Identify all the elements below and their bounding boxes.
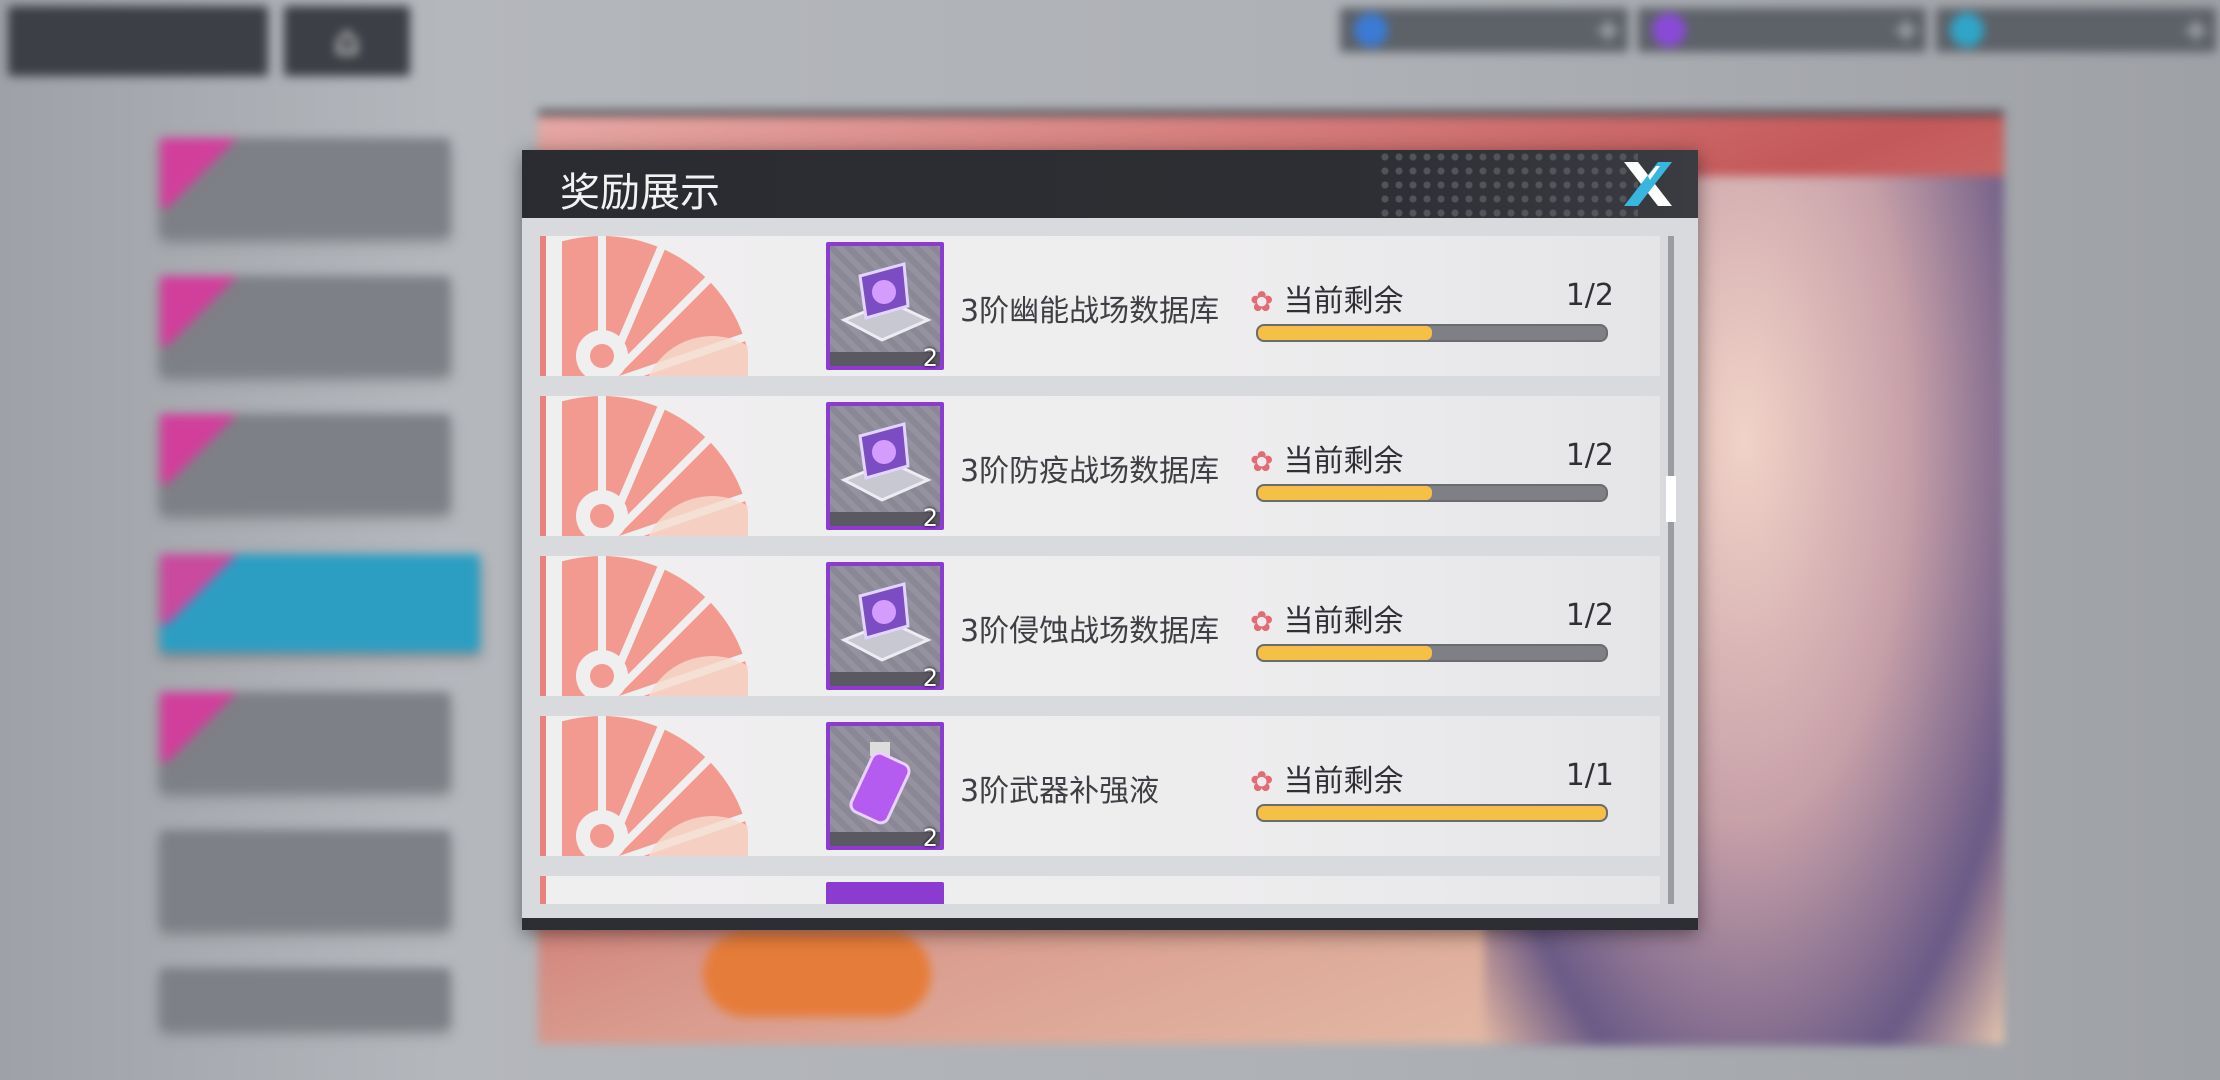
side-menu-item[interactable]: [160, 414, 450, 512]
list-item-partial: [540, 876, 1660, 904]
dialog-title: 奖励展示: [560, 170, 720, 216]
remaining-text: 当前剩余: [1283, 604, 1404, 639]
progress-fill: [1258, 806, 1606, 820]
side-menu-item[interactable]: [160, 830, 450, 928]
item-frame[interactable]: 2: [826, 562, 944, 692]
banner-action-button[interactable]: [703, 931, 931, 1017]
flower-icon: ✿: [1250, 445, 1274, 478]
data-chip-icon: [840, 262, 932, 342]
reward-row: 2 3阶幽能战场数据库 ✿ 当前剩余 1/2: [540, 236, 1660, 376]
row-accent: [540, 716, 546, 856]
top-bar: ⌂ + + +: [0, 0, 2220, 78]
remaining-count: 1/1: [1565, 758, 1614, 793]
close-icon: [1624, 162, 1672, 206]
resource-counter: +: [1638, 8, 1926, 52]
progress-bar: [1256, 644, 1608, 662]
remaining-label: ✿ 当前剩余: [1250, 436, 1403, 480]
remaining-label: ✿ 当前剩余: [1250, 756, 1403, 800]
progress-fill: [1258, 646, 1432, 660]
item-quantity: 2: [922, 664, 938, 692]
remaining-label: ✿ 当前剩余: [1250, 276, 1403, 320]
item-quantity: 2: [922, 824, 938, 852]
side-menu-item[interactable]: [160, 968, 450, 1028]
item-quantity: 2: [922, 344, 938, 372]
item-frame[interactable]: 2: [826, 402, 944, 532]
flower-icon: ✿: [1250, 285, 1274, 318]
resource-icon: [1652, 13, 1686, 47]
progress-fill: [1258, 486, 1432, 500]
progress-fill: [1258, 326, 1432, 340]
row-accent: [540, 556, 546, 696]
remaining-count: 1/2: [1565, 438, 1614, 473]
add-resource-button[interactable]: +: [2176, 10, 2216, 50]
data-chip-icon: [840, 582, 932, 662]
remaining-label: ✿ 当前剩余: [1250, 596, 1403, 640]
item-name: 3阶武器补强液: [960, 774, 1160, 809]
fan-decoration: [562, 396, 748, 536]
item-frame[interactable]: 2: [826, 722, 944, 852]
resource-counter: +: [1936, 8, 2216, 52]
remaining-text: 当前剩余: [1283, 284, 1404, 319]
flower-icon: ✿: [1250, 605, 1274, 638]
home-button[interactable]: ⌂: [284, 6, 410, 76]
row-accent: [540, 236, 546, 376]
row-accent: [540, 396, 546, 536]
spray-bottle-icon: [849, 742, 911, 825]
scrollbar[interactable]: [1666, 236, 1676, 904]
fan-decoration: [562, 556, 748, 696]
close-button[interactable]: [1620, 158, 1676, 210]
reward-row: 2 3阶防疫战场数据库 ✿ 当前剩余 1/2: [540, 396, 1660, 536]
item-frame[interactable]: 2: [826, 242, 944, 372]
progress-bar: [1256, 484, 1608, 502]
reward-row: 2 3阶侵蚀战场数据库 ✿ 当前剩余 1/2: [540, 556, 1660, 696]
resource-icon: [1354, 13, 1388, 47]
remaining-count: 1/2: [1565, 278, 1614, 313]
progress-bar: [1256, 804, 1608, 822]
dialog-header: 奖励展示: [522, 150, 1698, 218]
side-menu-item-active[interactable]: [160, 554, 480, 652]
reward-list[interactable]: 2 3阶幽能战场数据库 ✿ 当前剩余 1/2 2 3阶防疫战场数据库 ✿ 当前剩余 1/2 2 3阶侵…: [540, 236, 1678, 904]
header-dot-pattern: [1378, 150, 1638, 218]
item-name: 3阶防疫战场数据库: [960, 454, 1220, 489]
add-resource-button[interactable]: +: [1588, 10, 1628, 50]
fan-decoration: [562, 716, 748, 856]
flower-icon: ✿: [1250, 765, 1274, 798]
reward-row: 2 3阶武器补强液 ✿ 当前剩余 1/1: [540, 716, 1660, 856]
side-menu-item[interactable]: [160, 276, 450, 374]
item-name: 3阶幽能战场数据库: [960, 294, 1220, 329]
side-menu-item[interactable]: [160, 138, 450, 236]
item-name: 3阶侵蚀战场数据库: [960, 614, 1220, 649]
progress-bar: [1256, 324, 1608, 342]
back-button[interactable]: [8, 6, 268, 76]
dialog-footer: [522, 918, 1698, 930]
remaining-count: 1/2: [1565, 598, 1614, 633]
item-frame: [826, 882, 944, 904]
side-menu-item[interactable]: [160, 692, 450, 790]
add-resource-button[interactable]: +: [1886, 10, 1926, 50]
item-quantity: 2: [922, 504, 938, 532]
data-chip-icon: [840, 422, 932, 502]
remaining-text: 当前剩余: [1283, 444, 1404, 479]
fan-decoration: [562, 236, 748, 376]
resource-counter: +: [1340, 8, 1628, 52]
scrollbar-thumb[interactable]: [1666, 476, 1676, 522]
resource-icon: [1950, 13, 1984, 47]
reward-dialog: 奖励展示 2 3阶幽能战场数据库 ✿ 当前剩余 1/2 2 3阶防疫战场数据库 ✿ 当前剩余 1/…: [522, 150, 1698, 930]
remaining-text: 当前剩余: [1283, 764, 1404, 799]
